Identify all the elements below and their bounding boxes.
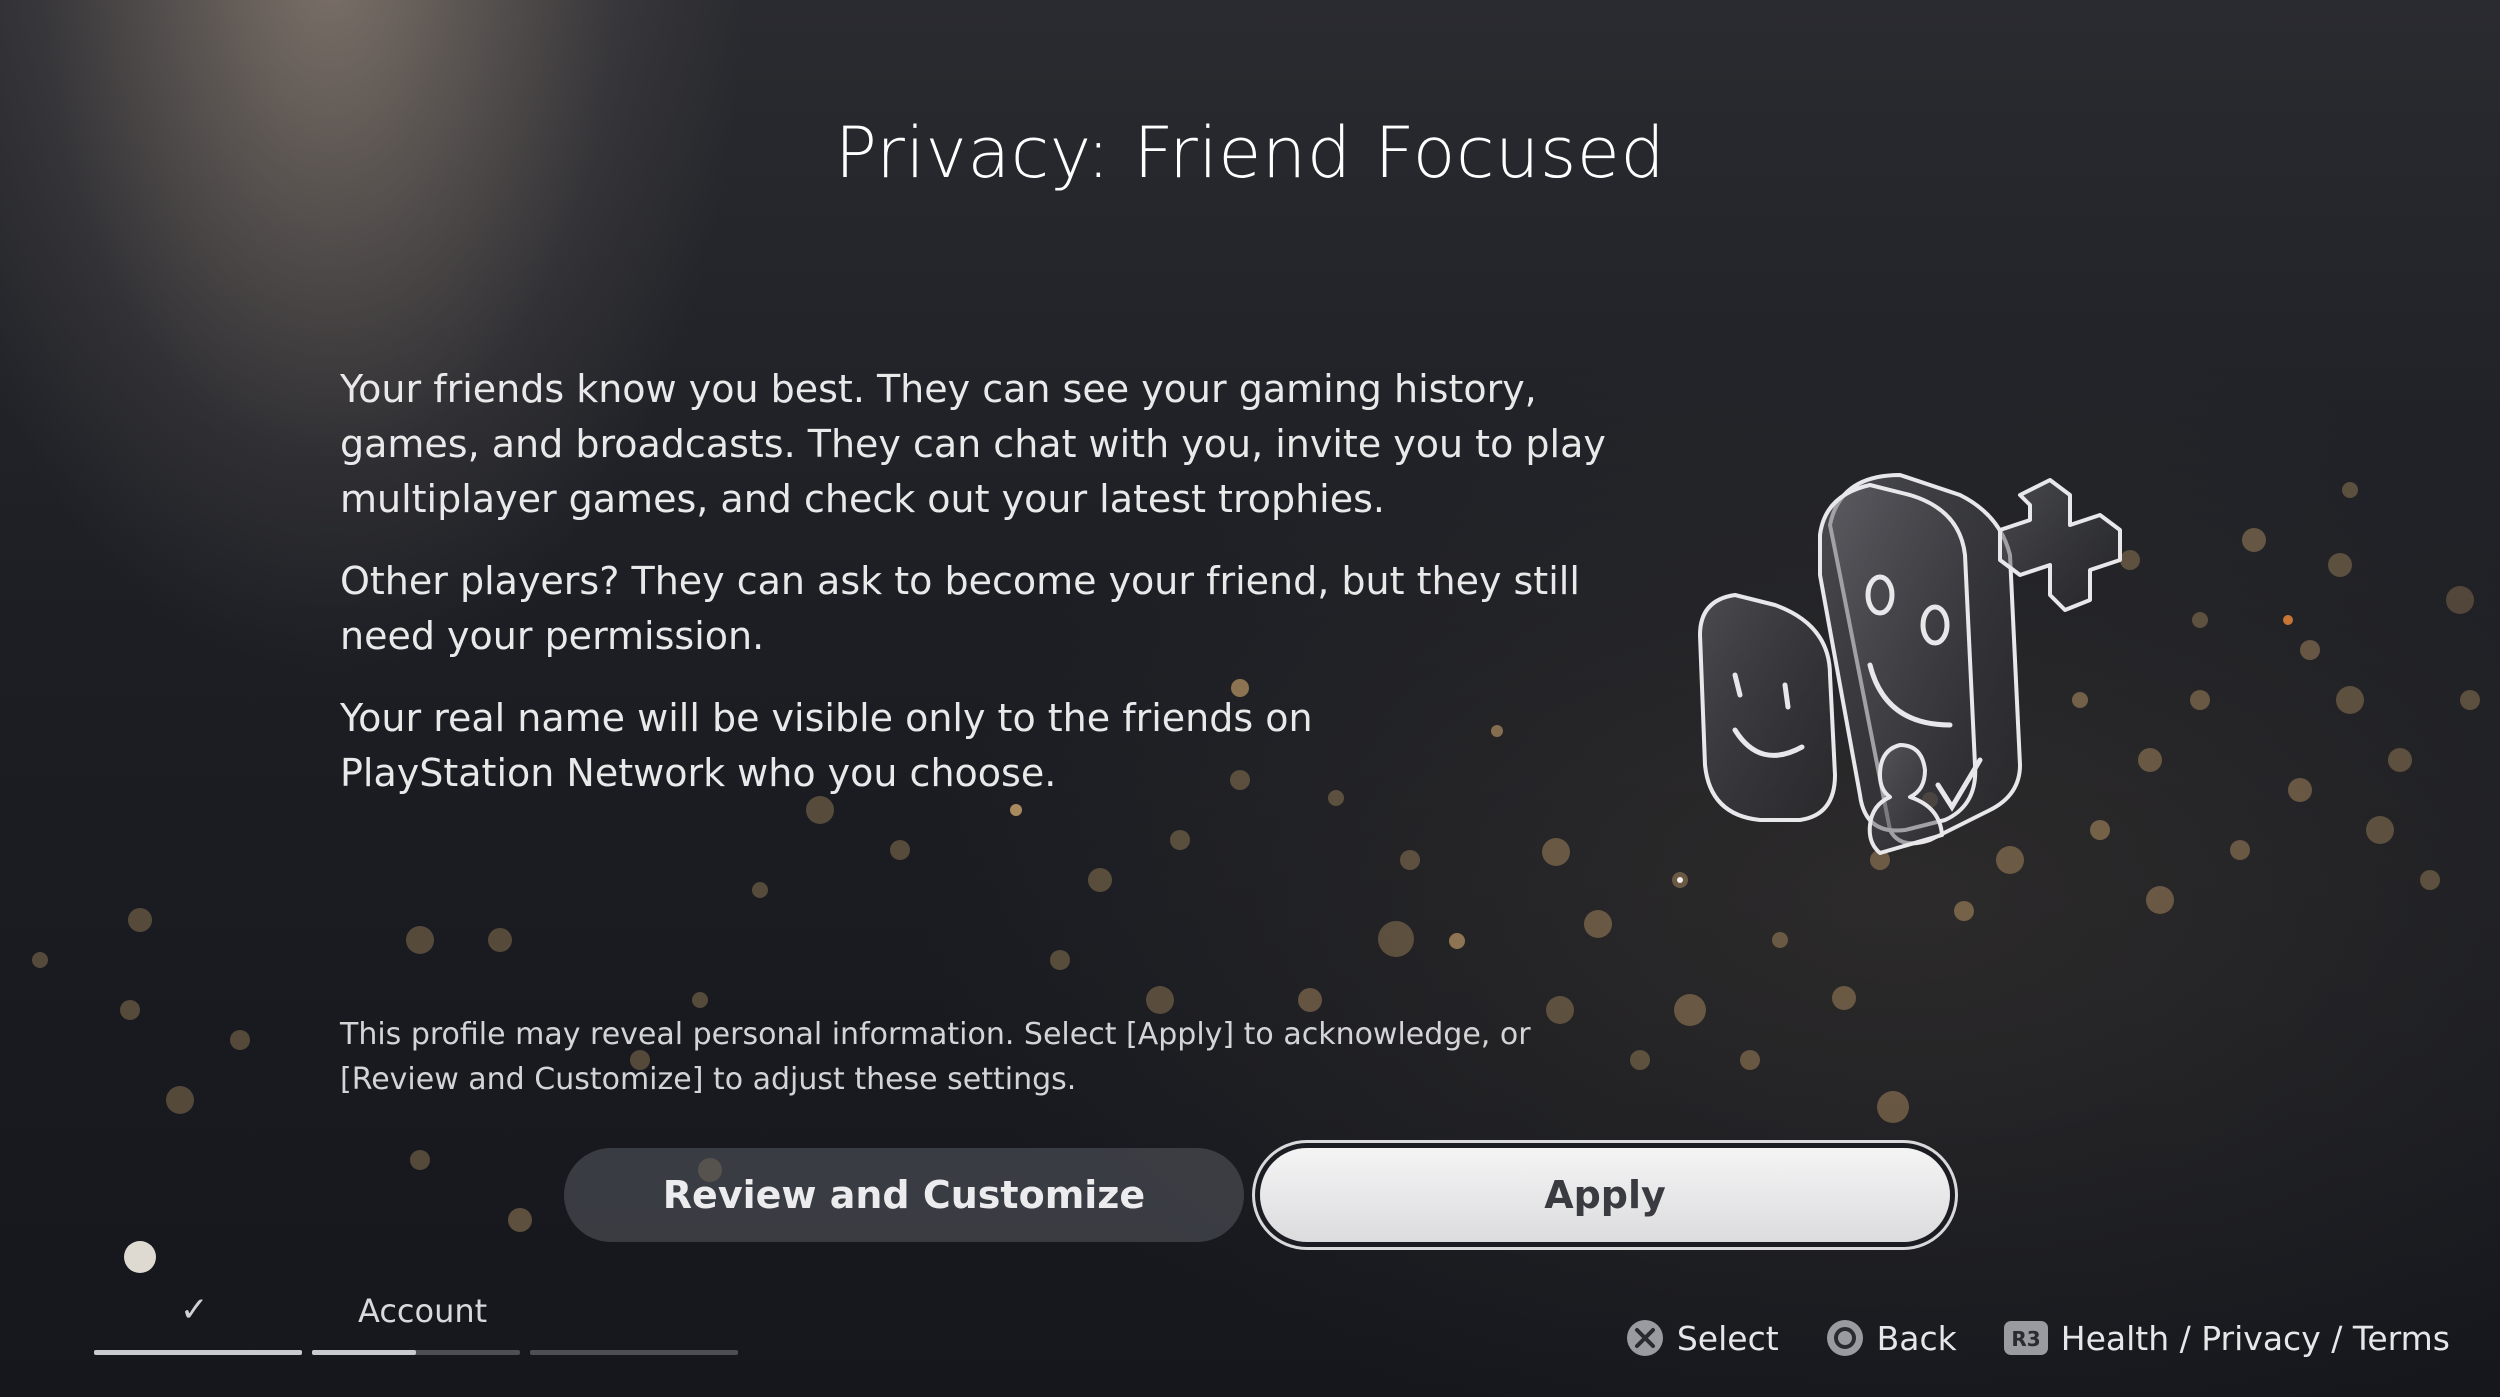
button-hints: Select Back R3 Health / Privacy / Terms xyxy=(1625,1318,2450,1358)
review-and-customize-button[interactable]: Review and Customize xyxy=(564,1148,1244,1242)
description-paragraph-real-name: Your real name will be visible only to t… xyxy=(340,696,1313,795)
r3-button-label: R3 xyxy=(2011,1327,2040,1351)
privacy-setup-screen: Privacy: Friend Focused Your friends kno… xyxy=(0,0,2500,1397)
progress-segment-current xyxy=(312,1350,520,1355)
hint-back: Back xyxy=(1825,1318,1957,1358)
hint-terms-label: Health / Privacy / Terms xyxy=(2060,1318,2450,1358)
hint-back-label: Back xyxy=(1876,1318,1957,1358)
description: Your friends know you best. They can see… xyxy=(340,362,1620,828)
circle-button-icon xyxy=(1826,1320,1863,1356)
progress-segment-upcoming xyxy=(530,1350,738,1355)
description-paragraph-other-players: Other players? They can ask to become yo… xyxy=(340,559,1580,658)
hint-terms: R3 Health / Privacy / Terms xyxy=(2003,1319,2450,1358)
privacy-notice: This profile may reveal personal informa… xyxy=(340,1017,1531,1097)
page-title: Privacy: Friend Focused xyxy=(834,112,1666,194)
setup-progress: ✓ Account xyxy=(94,1290,744,1355)
hint-select-label: Select xyxy=(1676,1318,1779,1358)
cross-button-icon xyxy=(1626,1320,1663,1356)
description-paragraph-friends: Your friends know you best. They can see… xyxy=(340,367,1606,521)
checkmark-icon: ✓ xyxy=(180,1290,209,1330)
current-step-label: Account xyxy=(358,1292,488,1330)
friends-faces-icon xyxy=(1698,473,2122,855)
progress-segment-completed xyxy=(94,1350,302,1355)
hint-select: Select xyxy=(1625,1318,1779,1358)
apply-button[interactable]: Apply xyxy=(1260,1148,1950,1242)
r3-button-icon: R3 xyxy=(2003,1321,2048,1355)
